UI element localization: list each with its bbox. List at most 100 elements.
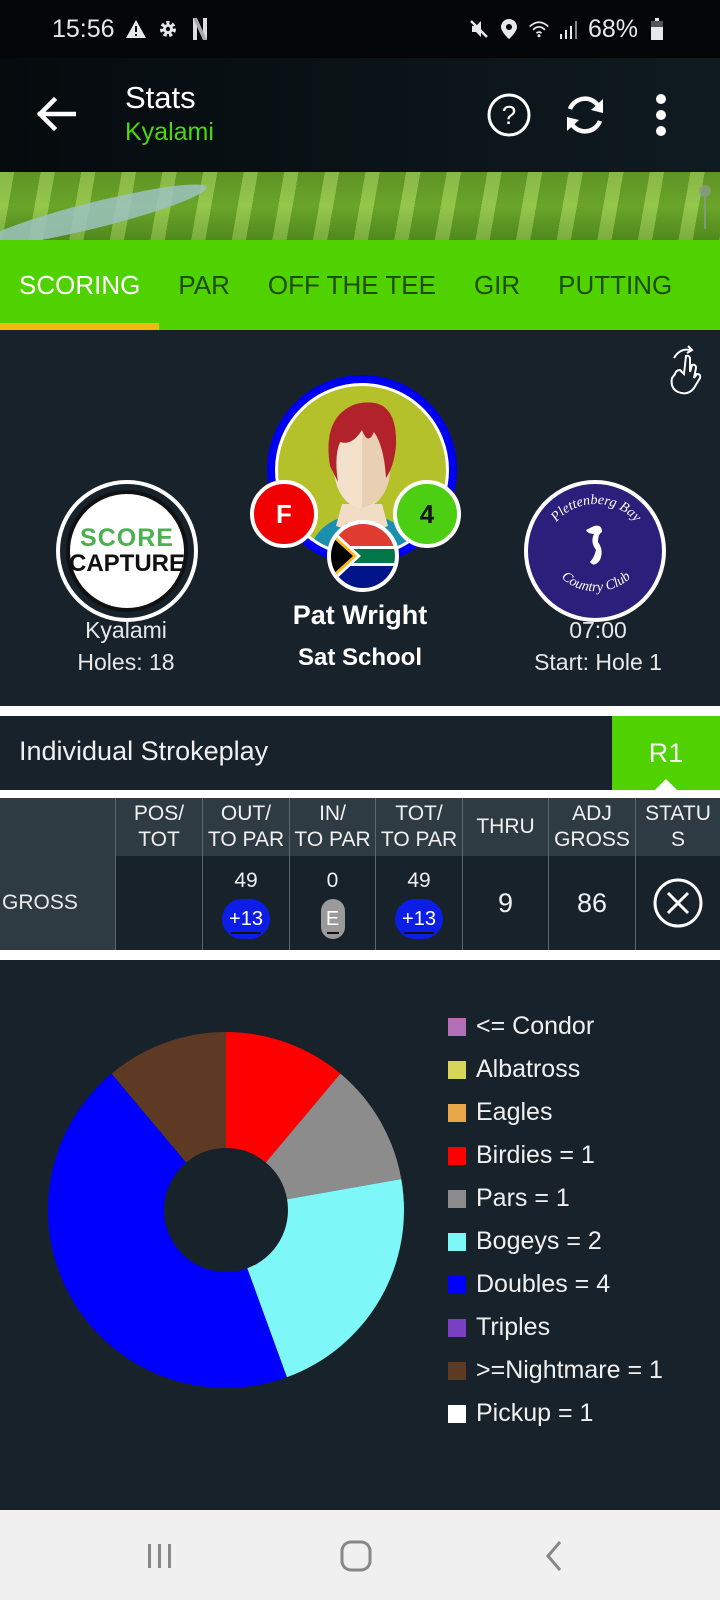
legend-swatch [448,1404,466,1423]
nav-back-button[interactable] [534,1538,574,1574]
tee-time: 07:00 [569,617,627,643]
handicap-badge: 4 [393,480,461,548]
back-button[interactable] [34,92,78,136]
section-divider [0,950,720,960]
legend-label: >=Nightmare = 1 [476,1356,663,1384]
header-thru: THRU [476,815,535,838]
legend-item[interactable]: Doubles = 4 [448,1263,663,1306]
gear-icon [157,17,179,41]
legend-label: Albatross [476,1055,581,1083]
legend-swatch [448,1017,466,1036]
legend-item[interactable]: Eagles [448,1091,663,1134]
home-icon [340,1540,372,1572]
system-nav-bar [0,1510,720,1600]
col-adj-gross: ADJ GROSS 86 [548,798,635,950]
golf-tee-icon [699,185,711,229]
arrow-left-icon [36,97,76,131]
logo-text-top: SCORE [80,524,174,552]
legend-label: <= Condor [476,1012,595,1040]
chart-legend: <= Condor Albatross Eagles Birdies = 1 Pars … [448,1005,663,1435]
score-table: GROSS POS/TOT OUT/TO PAR 49 +13 IN/TO PA… [0,798,720,950]
legend-item[interactable]: Pickup = 1 [448,1392,663,1435]
header-pos-tot: POS/TOT [133,802,185,851]
logo-text-bottom: CAPTURE [69,550,186,577]
legend-swatch [448,1146,466,1165]
legend-label: Birdies = 1 [476,1141,595,1169]
recents-button[interactable] [140,1538,180,1574]
col-thru: THRU 9 [462,798,548,950]
location-icon [498,17,520,41]
col-tot: TOT/TO PAR 49 +13 [375,798,462,950]
tab-par[interactable]: PAR [159,240,249,330]
tab-off-the-tee[interactable]: OFF THE TEE [249,240,455,330]
clock: 15:56 [52,14,115,43]
out-to-par-badge: +13 [222,899,270,939]
legend-item[interactable]: <= Condor [448,1005,663,1048]
stats-tabs: SCORING PAR OFF THE TEE GIR PUTTING [0,240,720,330]
col-pos-tot: POS/TOT [115,798,202,950]
legend-item[interactable]: Bogeys = 2 [448,1220,663,1263]
cancel-circle-icon[interactable] [652,877,704,929]
battery-icon [646,17,668,41]
tot-score: 49 [407,869,431,892]
back-icon [546,1541,562,1571]
gender-badge: F [250,480,318,548]
round-label: R1 [648,737,684,768]
col-status: STATU S [635,798,720,950]
legend-label: Triples [476,1313,551,1341]
page-subtitle: Kyalami [125,118,214,146]
legend-swatch [448,1232,466,1251]
legend-item[interactable]: Albatross [448,1048,663,1091]
course-banner-image [0,172,720,240]
tab-putting[interactable]: PUTTING [539,240,691,330]
swipe-gesture-icon[interactable] [664,344,704,396]
legend-label: Pars = 1 [476,1184,570,1212]
col-in: IN/TO PAR 0 E [289,798,375,950]
thru-value: 9 [497,887,514,918]
mute-icon [468,17,490,41]
banner-river [0,174,210,240]
competition-row: Individual Strokeplay R1 [0,716,720,791]
legend-swatch [448,1318,466,1337]
legend-swatch [448,1060,466,1079]
scoring-donut-chart [47,1032,404,1388]
tot-to-par-badge: +13 [395,899,443,939]
more-vert-icon [656,94,666,136]
legend-swatch [448,1275,466,1294]
scoring-chart-section: <= Condor Albatross Eagles Birdies = 1 Pars … [0,960,720,1510]
in-to-par-badge: E [320,899,345,939]
home-button[interactable] [336,1538,376,1574]
adj-gross-value: 86 [576,887,608,918]
tab-gir[interactable]: GIR [455,240,539,330]
legend-swatch [448,1189,466,1208]
more-options-button[interactable] [636,90,686,140]
refresh-button[interactable] [560,90,610,140]
legend-label: Eagles [476,1098,553,1126]
refresh-icon [567,96,603,134]
legend-label: Pickup = 1 [476,1399,594,1427]
legend-item[interactable]: Triples [448,1306,663,1349]
in-score: 0 [326,869,339,892]
help-button[interactable]: ? [484,90,534,140]
help-icon: ? [487,93,531,137]
svg-text:Country Club: Country Club [558,569,633,595]
legend-swatch [448,1361,466,1380]
col-out: OUT/TO PAR 49 +13 [202,798,289,950]
warning-icon [125,17,147,41]
competition-format: Individual Strokeplay [19,736,269,766]
section-divider [0,706,720,716]
section-divider [0,790,720,798]
header-tot: TOT/TO PAR [380,802,458,851]
legend-label: Doubles = 4 [476,1270,611,1298]
recents-icon [148,1544,171,1568]
round-tab-r1[interactable]: R1 [612,716,720,791]
wifi-icon [528,17,550,41]
app-bar: Stats Kyalami ? [0,58,720,172]
header-adj-gross: ADJ GROSS [554,802,630,851]
legend-item[interactable]: Birdies = 1 [448,1134,663,1177]
legend-item[interactable]: >=Nightmare = 1 [448,1349,663,1392]
start-hole: Start: Hole 1 [534,649,662,675]
legend-item[interactable]: Pars = 1 [448,1177,663,1220]
header-in: IN/TO PAR [294,802,371,851]
tab-scoring[interactable]: SCORING [0,240,160,330]
